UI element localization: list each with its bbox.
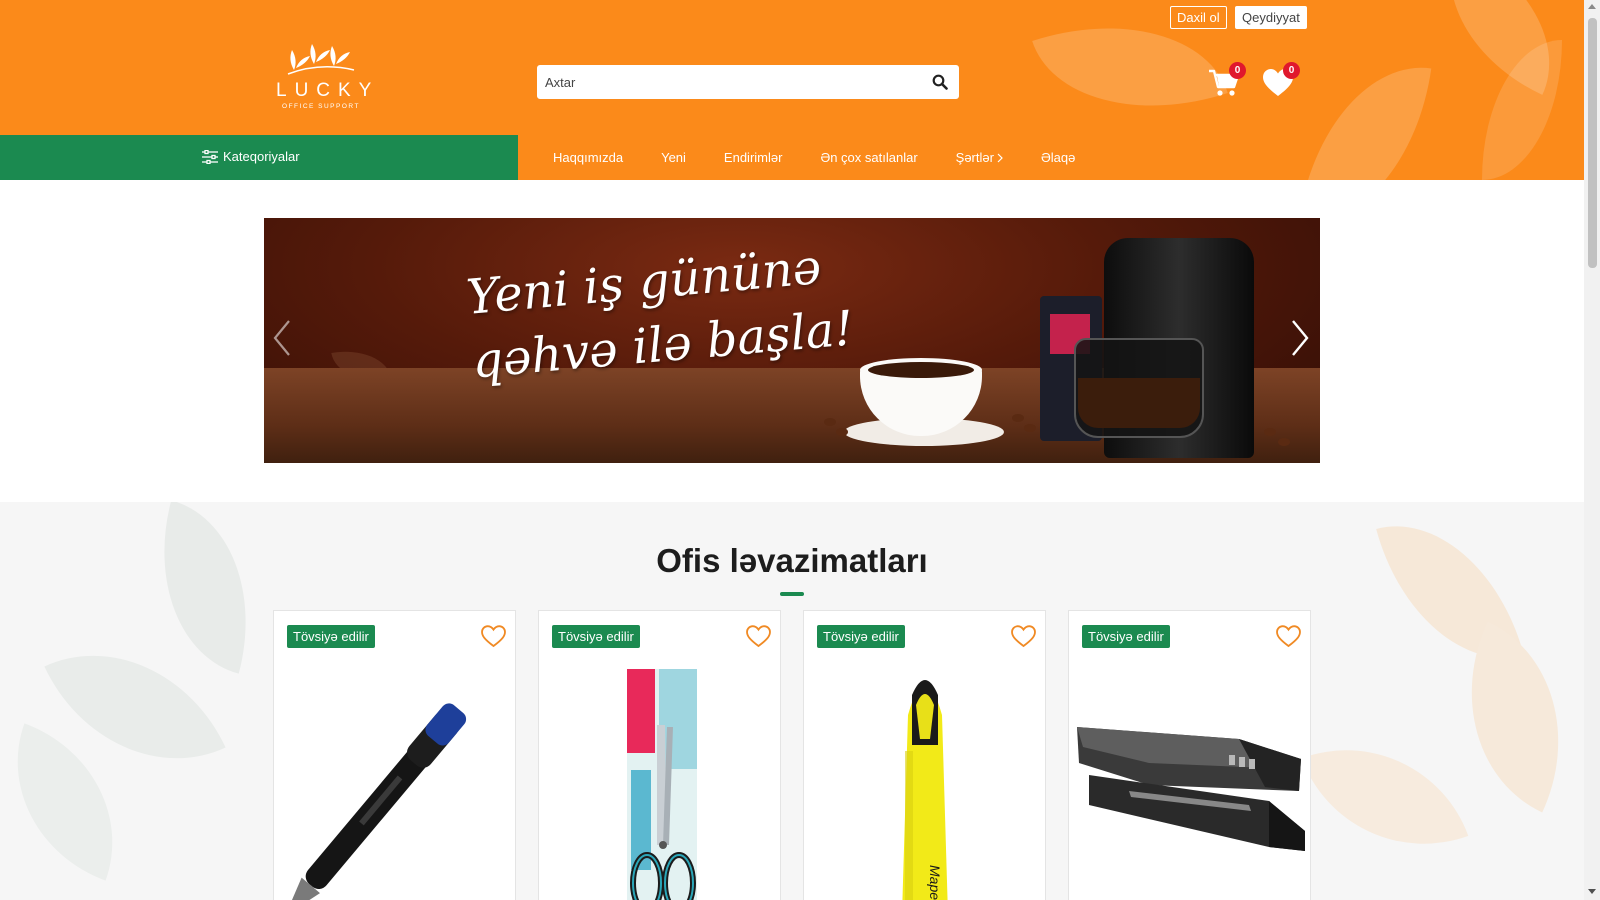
heart-icon[interactable] (481, 625, 506, 648)
recommended-badge: Tövsiyə edilir (287, 625, 375, 648)
search-icon[interactable] (932, 74, 948, 90)
nav-item-contact[interactable]: Əlaqə (1041, 150, 1075, 165)
leaf-logo-icon (287, 44, 355, 75)
carousel-next-icon[interactable] (1290, 318, 1310, 358)
heart-icon[interactable] (1011, 625, 1036, 648)
recommended-badge: Tövsiyə edilir (552, 625, 640, 648)
carousel-prev-icon[interactable] (272, 318, 292, 358)
decorative-leaf (1298, 53, 1432, 180)
recommended-badge: Tövsiyə edilir (817, 625, 905, 648)
coffee-bean (1278, 438, 1290, 446)
search-input[interactable] (538, 66, 908, 98)
nav-label: Şərtlər (955, 150, 994, 165)
product-card[interactable]: Tövsiyə edilir (538, 610, 781, 900)
search-box (537, 65, 959, 99)
logo-subtitle: OFFICE SUPPORT (282, 103, 360, 110)
recommended-badge: Tövsiyə edilir (1082, 625, 1170, 648)
login-button[interactable]: Daxil ol (1170, 6, 1227, 29)
nav-item-about[interactable]: Haqqımızda (553, 150, 623, 165)
coffee-bean (1264, 428, 1276, 436)
product-card[interactable]: Tövsiyə edilir (1068, 610, 1311, 900)
decorative-leaf (132, 502, 278, 674)
nav-item-new[interactable]: Yeni (661, 150, 686, 165)
wishlist-count-badge: 0 (1283, 62, 1300, 79)
scroll-up-icon[interactable] (1588, 4, 1596, 9)
cart-count-badge: 0 (1229, 62, 1246, 79)
heart-icon[interactable] (1276, 625, 1301, 648)
coffee-bean (836, 428, 848, 436)
product-card[interactable]: Tövsiyə edilir (273, 610, 516, 900)
svg-text:Maped: Maped (927, 865, 943, 900)
page-scrollbar[interactable] (1584, 0, 1600, 900)
heart-icon[interactable] (746, 625, 771, 648)
nav-label: Endirimlər (723, 150, 783, 165)
office-supplies-section: Ofis ləvazimatları Tövsiyə edilir Tövsiy… (0, 502, 1584, 900)
nav-item-terms[interactable]: Şərtlər (956, 150, 1003, 165)
nav-label: Haqqımızda (553, 150, 624, 165)
pen-product-image (289, 703, 467, 900)
scroll-thumb[interactable] (1588, 18, 1597, 268)
site-logo[interactable]: LUCKY OFFICE SUPPORT (268, 40, 374, 126)
nav-item-bestsellers[interactable]: Ən çox satılanlar (820, 150, 917, 165)
highlighter-product-image: Maped (902, 680, 948, 900)
logo-name: LUCKY (276, 80, 380, 101)
categories-label: Kateqoriyalar (223, 149, 300, 164)
sliders-icon (202, 149, 218, 164)
nav-label: Yeni (661, 150, 686, 165)
title-underline (780, 592, 804, 596)
chevron-right-icon (997, 153, 1003, 162)
product-card[interactable]: Tövsiyə edilir Maped (803, 610, 1046, 900)
cart-button[interactable]: 0 (1208, 62, 1246, 100)
stapler-product-image (1077, 727, 1305, 851)
register-button[interactable]: Qeydiyyat (1235, 6, 1307, 29)
categories-button[interactable]: Kateqoriyalar (0, 135, 518, 180)
nav-label: Əlaqə (1040, 150, 1076, 165)
decorative-leaf (1424, 621, 1584, 813)
wishlist-button[interactable]: 0 (1262, 62, 1300, 100)
nav-label: Ən çox satılanlar (820, 150, 918, 165)
coffee-bean (824, 418, 836, 426)
scissors-product-image (627, 669, 697, 900)
coffee-bean (1012, 414, 1024, 422)
decorative-leaf (1301, 713, 1469, 881)
coffee-in-jug (1078, 378, 1200, 428)
coffee-bean (1024, 424, 1036, 432)
hero-banner[interactable]: Yeni iş gününə qəhvə ilə başla! (264, 218, 1320, 463)
scroll-down-icon[interactable] (1588, 889, 1596, 894)
nav-item-discounts[interactable]: Endirimlər (724, 150, 783, 165)
section-title: Ofis ləvazimatları (656, 542, 928, 579)
coffee-surface (868, 362, 974, 378)
main-nav: Haqqımızda Yeni Endirimlər Ən çox satıla… (553, 135, 1113, 180)
